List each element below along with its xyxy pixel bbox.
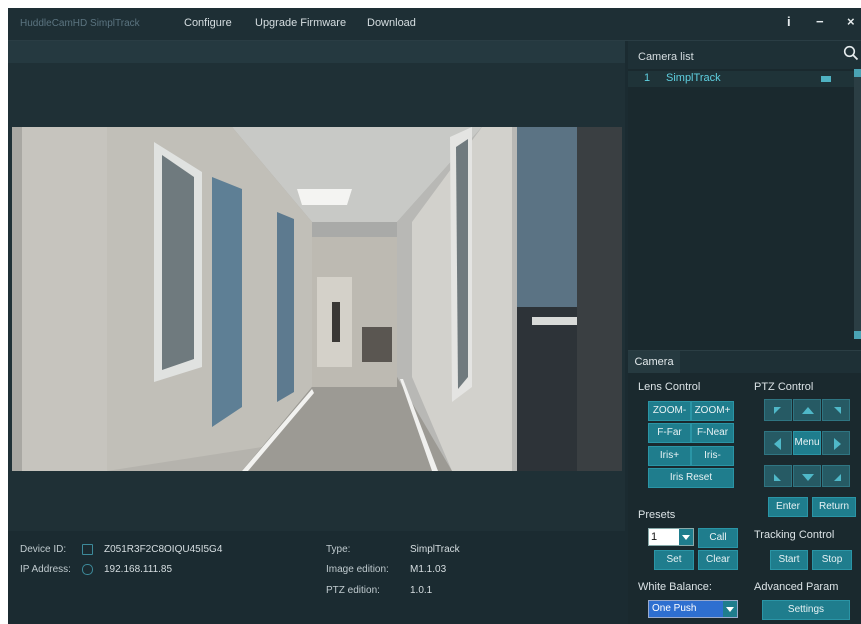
camera-list-item[interactable]: 1 SimplTrack — [628, 71, 854, 87]
arrow-up-left-icon — [774, 407, 781, 414]
arrow-up-right-icon — [834, 407, 841, 414]
tab-camera[interactable]: Camera — [628, 351, 680, 373]
ptz-edition-label: PTZ edition: — [326, 585, 380, 596]
ip-address-label: IP Address: — [20, 564, 71, 575]
main-frame: HuddleCamHD SimplTrack Configure Upgrade… — [8, 8, 861, 624]
presets-title: Presets — [638, 509, 676, 521]
iris-minus-button[interactable]: Iris- — [691, 446, 734, 466]
app-title: HuddleCamHD SimplTrack — [20, 18, 140, 29]
tracking-stop-button[interactable]: Stop — [812, 550, 852, 570]
camera-name: SimplTrack — [666, 72, 721, 84]
network-icon[interactable] — [82, 564, 93, 575]
white-balance-title: White Balance: — [638, 581, 712, 593]
camera-video-feed[interactable] — [12, 127, 622, 471]
chevron-down-icon — [726, 607, 734, 612]
focus-far-button[interactable]: F-Far — [648, 423, 691, 443]
focus-near-button[interactable]: F-Near — [691, 423, 734, 443]
ptz-right-button[interactable] — [822, 431, 850, 455]
ptz-menu-button[interactable]: Menu — [793, 431, 821, 455]
preset-call-button[interactable]: Call — [698, 528, 738, 548]
info-button[interactable]: i — [787, 14, 791, 29]
ptz-return-button[interactable]: Return — [812, 497, 856, 517]
camera-list-header: Camera list — [628, 41, 861, 69]
copy-icon[interactable] — [82, 544, 93, 555]
arrow-left-icon — [774, 438, 781, 450]
right-panel: Camera list 1 SimplTrack Camera Lens Con… — [628, 41, 861, 624]
iris-reset-button[interactable]: Iris Reset — [648, 468, 734, 488]
preset-dropdown-button[interactable] — [679, 529, 693, 545]
white-balance-dropdown-button[interactable] — [723, 601, 737, 617]
arrow-down-icon — [802, 474, 814, 481]
preset-clear-button[interactable]: Clear — [698, 550, 738, 570]
ptz-left-button[interactable] — [764, 431, 792, 455]
preset-selected-value: 1 — [651, 531, 658, 543]
camera-list-scrollbar[interactable] — [854, 69, 861, 339]
camera-list: 1 SimplTrack — [628, 69, 861, 339]
chevron-down-icon — [682, 535, 690, 540]
zoom-minus-button[interactable]: ZOOM- — [648, 401, 691, 421]
white-balance-selected-value: One Push — [652, 603, 697, 614]
title-bar: HuddleCamHD SimplTrack Configure Upgrade… — [8, 8, 861, 41]
iris-plus-button[interactable]: Iris+ — [648, 446, 691, 466]
ptz-down-left-button[interactable] — [764, 465, 792, 487]
tracking-control-title: Tracking Control — [754, 529, 835, 541]
video-area — [8, 41, 625, 531]
device-id-value: Z051R3F2C8OIQU45I5G4 — [104, 544, 223, 555]
zoom-plus-button[interactable]: ZOOM+ — [691, 401, 734, 421]
video-toolbar — [8, 41, 625, 63]
arrow-right-icon — [834, 438, 841, 450]
ptz-down-right-button[interactable] — [822, 465, 850, 487]
app-window: HuddleCamHD SimplTrack Configure Upgrade… — [0, 0, 861, 624]
tracking-start-button[interactable]: Start — [770, 550, 808, 570]
search-icon[interactable] — [843, 45, 859, 61]
settings-button[interactable]: Settings — [762, 600, 850, 620]
hallway-video-image — [12, 127, 622, 471]
ptz-edition-value: 1.0.1 — [410, 585, 433, 596]
type-value: SimplTrack — [410, 544, 460, 555]
scroll-up-arrow-icon[interactable] — [854, 69, 861, 77]
camera-status-icon — [821, 76, 831, 82]
arrow-up-icon — [802, 407, 814, 414]
ip-address-value: 192.168.111.85 — [104, 564, 173, 575]
tab-bar: Camera — [628, 350, 861, 373]
ptz-up-button[interactable] — [793, 399, 821, 421]
device-info-panel: Device ID: Z051R3F2C8OIQU45I5G4 IP Addre… — [8, 532, 625, 624]
ptz-enter-button[interactable]: Enter — [768, 497, 808, 517]
camera-list-title: Camera list — [638, 51, 694, 63]
menu-upgrade-firmware[interactable]: Upgrade Firmware — [255, 17, 346, 29]
arrow-down-left-icon — [774, 474, 781, 481]
preset-select[interactable]: 1 — [648, 528, 694, 546]
preset-set-button[interactable]: Set — [654, 550, 694, 570]
minimize-button[interactable]: − — [816, 14, 824, 29]
menu-download[interactable]: Download — [367, 17, 416, 29]
close-button[interactable]: × — [847, 14, 855, 29]
arrow-down-right-icon — [834, 474, 841, 481]
ptz-up-left-button[interactable] — [764, 399, 792, 421]
lens-control-title: Lens Control — [638, 381, 701, 393]
menu-configure[interactable]: Configure — [184, 17, 232, 29]
type-label: Type: — [326, 544, 351, 555]
scroll-down-arrow-icon[interactable] — [854, 331, 861, 339]
camera-index: 1 — [644, 72, 651, 84]
ptz-control-title: PTZ Control — [754, 381, 814, 393]
white-balance-select[interactable]: One Push — [648, 600, 738, 618]
image-edition-value: M1.1.03 — [410, 564, 447, 575]
image-edition-label: Image edition: — [326, 564, 389, 575]
device-id-label: Device ID: — [20, 544, 67, 555]
ptz-down-button[interactable] — [793, 465, 821, 487]
ptz-up-right-button[interactable] — [822, 399, 850, 421]
advanced-param-title: Advanced Param — [754, 581, 839, 593]
